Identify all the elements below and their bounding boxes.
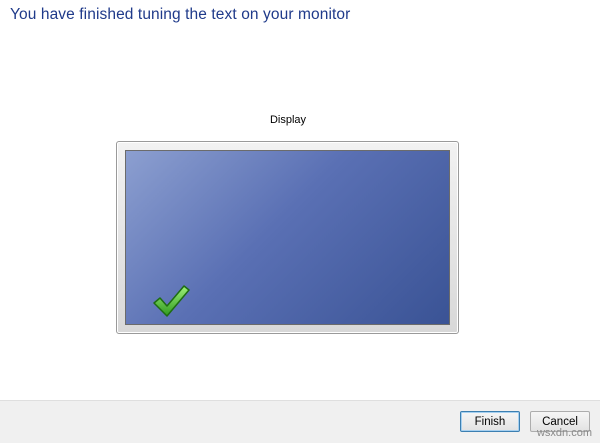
cleartype-finish-page: You have finished tuning the text on you… — [0, 0, 600, 443]
finish-button[interactable]: Finish — [460, 411, 520, 432]
monitor-screen — [125, 150, 450, 325]
page-title: You have finished tuning the text on you… — [10, 6, 351, 23]
monitor-illustration — [116, 141, 459, 334]
watermark-text: wsxdn.com — [536, 427, 592, 439]
button-bar: Finish Cancel — [0, 400, 600, 443]
checkmark-icon — [153, 285, 190, 317]
display-label: Display — [269, 114, 307, 126]
